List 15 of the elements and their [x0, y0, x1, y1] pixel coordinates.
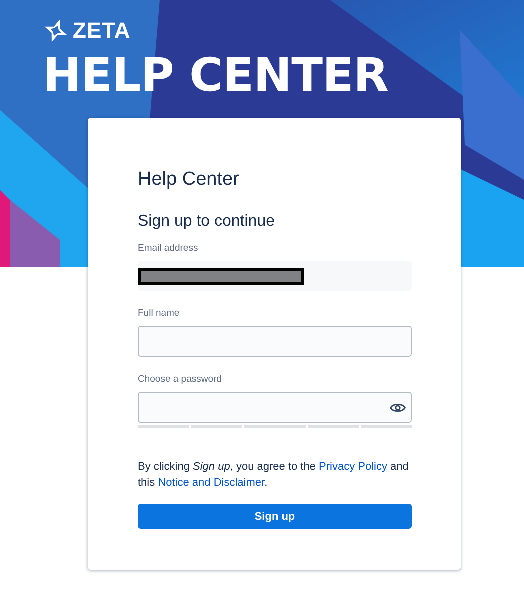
- terms-link[interactable]: Privacy Policy: [319, 461, 388, 473]
- logo-text: ZETA: [73, 18, 131, 44]
- banner-title: HELP CENTER: [43, 50, 390, 100]
- field-label: Email address: [138, 243, 200, 255]
- signup-button[interactable]: Sign up: [138, 504, 412, 529]
- card-title: Help Center: [138, 168, 240, 192]
- field-label: Choose a password: [138, 374, 223, 386]
- form-heading: Sign up to continue: [138, 212, 276, 232]
- terms-text: By clicking Sign up, you agree to the Privacy Policy and this Notice and Disclaimer.: [138, 460, 410, 490]
- logo-icon: [43, 18, 69, 44]
- text-field[interactable]: [138, 326, 412, 357]
- eye-icon[interactable]: [390, 402, 406, 414]
- password-field[interactable]: [138, 392, 412, 423]
- terms-link[interactable]: Notice and Disclaimer: [158, 476, 265, 488]
- field-label: Full name: [138, 308, 181, 320]
